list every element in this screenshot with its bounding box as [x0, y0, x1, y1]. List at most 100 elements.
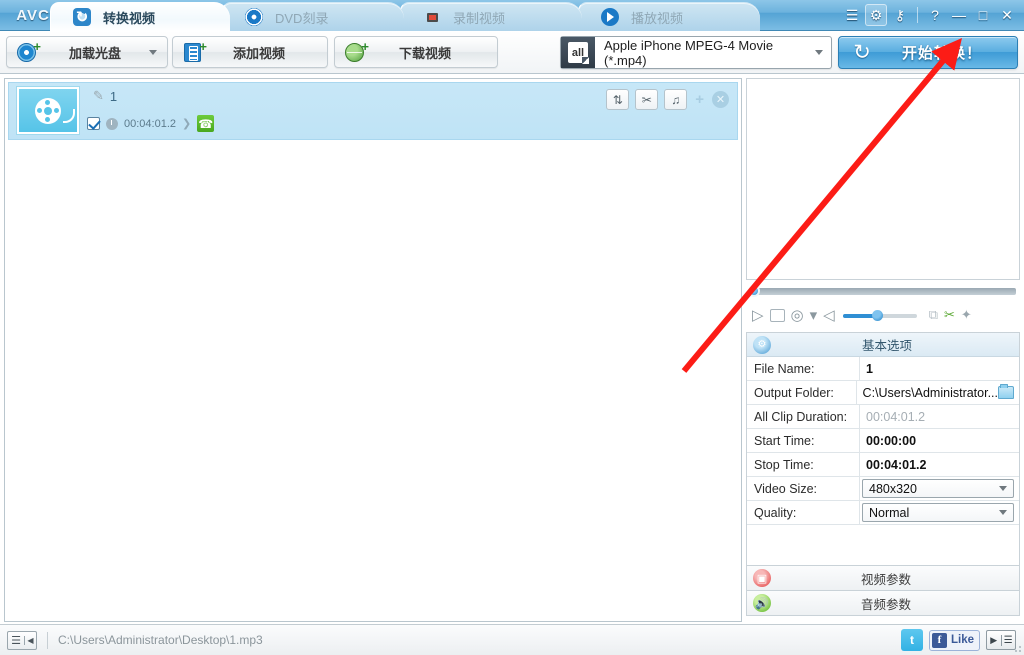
scissors-icon[interactable]: ✂ [635, 89, 659, 110]
all-formats-icon: all [561, 37, 595, 68]
volume-slider[interactable] [842, 309, 917, 321]
play-small-icon: ▶ [990, 634, 998, 645]
resize-grip[interactable] [1012, 643, 1022, 653]
film-reel-icon [35, 97, 61, 124]
tab-label: DVD刻录 [275, 10, 329, 26]
property-row-stop-time: Stop Time: 00:04:01.2 [747, 453, 1019, 477]
tab-play-video[interactable]: 播放视频 [578, 2, 760, 31]
basic-settings-title: 基本选项 [861, 339, 912, 353]
help-icon[interactable]: ? [924, 4, 946, 26]
seek-handle[interactable] [748, 285, 760, 297]
volume-icon[interactable]: ◁ [823, 306, 835, 324]
video-thumbnail [17, 87, 79, 134]
trim-icon[interactable]: ✂ [944, 307, 955, 323]
facebook-like-button[interactable]: f Like [928, 629, 980, 651]
disc-plus-icon: + [15, 39, 41, 64]
add-row-icon[interactable]: + [695, 91, 704, 108]
play-button[interactable]: ▷ [752, 306, 764, 324]
video-size-value: 480x320 [869, 481, 917, 496]
facebook-icon: f [931, 632, 947, 648]
add-video-label: 添加视频 [232, 45, 285, 61]
load-disc-label: 加载光盘 [68, 45, 121, 61]
application-window: AVC 转换视频 DVD刻录 录制视频 播放视频 ☰ ⚙ ⚷ [0, 0, 1024, 655]
property-key: Quality: [754, 505, 797, 520]
quality-cell: Normal [859, 501, 1019, 524]
seek-track[interactable] [756, 288, 1016, 295]
download-video-label: 下载视频 [398, 45, 451, 61]
property-row-start-time: Start Time: 00:00:00 [747, 429, 1019, 453]
chevron-down-icon[interactable]: ▾ [810, 306, 818, 324]
chevron-down-icon[interactable] [807, 37, 831, 68]
divider [917, 7, 918, 23]
close-icon[interactable]: ✕ [996, 4, 1018, 26]
video-params-label: 视频参数 [860, 572, 911, 587]
file-name-value[interactable]: 1 [859, 357, 1019, 380]
quality-select[interactable]: Normal [862, 503, 1014, 522]
property-key: Output Folder: [754, 385, 834, 400]
audio-params-section[interactable]: 🔊 音频参数 [746, 591, 1020, 616]
start-convert-button[interactable]: ↻ 开始转换！ [838, 36, 1018, 69]
effects-wand-icon[interactable]: ✦ [961, 307, 972, 323]
gear-icon[interactable]: ⚙ [865, 4, 887, 26]
property-row-quality: Quality: Normal [747, 501, 1019, 525]
edit-pencil-icon[interactable]: ✎ [93, 88, 104, 104]
video-size-select[interactable]: 480x320 [862, 479, 1014, 498]
tab-convert-video[interactable]: 转换视频 [50, 2, 230, 31]
property-key: Stop Time: [754, 457, 814, 472]
preview-panel: ▷ ◎ ▾ ◁ ⧉ ✂ ✦ ⚙ 基本选项 File Name: 1 Output [746, 78, 1020, 622]
tab-record-video[interactable]: 录制视频 [400, 2, 582, 31]
table-row[interactable]: ✎ 1 00:04:01.2 ❯ ⇅ ✂ ♫ + ✕ [8, 82, 738, 140]
audio-track-icon[interactable]: ♫ [664, 89, 688, 110]
chevron-right-icon: ❯ [182, 118, 192, 130]
property-key: Video Size: [754, 481, 818, 496]
maximize-icon[interactable]: □ [972, 4, 994, 26]
add-video-button[interactable]: + 添加视频 [172, 36, 328, 68]
file-checkbox[interactable] [87, 117, 100, 130]
remove-row-icon[interactable]: ✕ [712, 91, 729, 108]
copy-icon[interactable]: ⧉ [929, 307, 938, 323]
file-meta-group: 00:04:01.2 ❯ [87, 115, 215, 132]
video-params-icon: ▣ [753, 569, 771, 587]
audio-params-icon: 🔊 [753, 594, 771, 612]
status-list-toggle[interactable]: ☰ ◀ [7, 630, 37, 650]
minimize-icon[interactable]: — [948, 4, 970, 26]
chevron-down-icon[interactable] [149, 49, 157, 55]
video-params-section[interactable]: ▣ 视频参数 [746, 566, 1020, 591]
load-disc-button[interactable]: + 加载光盘 [6, 36, 168, 68]
chevron-down-icon [999, 486, 1007, 491]
output-format-select[interactable]: all Apple iPhone MPEG-4 Movie (*.mp4) [560, 36, 832, 69]
seek-bar[interactable] [746, 284, 1020, 297]
disc-icon [245, 8, 263, 26]
download-video-button[interactable]: + 下载视频 [334, 36, 498, 68]
chevron-down-icon [999, 510, 1007, 515]
file-title-group: ✎ 1 [93, 88, 117, 104]
property-key: File Name: [754, 361, 815, 376]
task-list-icon[interactable]: ☰ [841, 4, 863, 26]
twitter-icon[interactable]: t [900, 629, 923, 651]
status-social-group: t f Like ▶ ☰ [900, 629, 1024, 651]
tab-dvd-burn[interactable]: DVD刻录 [222, 2, 404, 31]
property-row-video-size: Video Size: 480x320 [747, 477, 1019, 501]
folder-icon[interactable] [998, 384, 1014, 399]
globe-plus-icon: + [343, 39, 369, 64]
stop-time-value[interactable]: 00:04:01.2 [859, 453, 1019, 476]
video-preview-area[interactable] [746, 78, 1020, 280]
video-size-cell: 480x320 [859, 477, 1019, 500]
main-toolbar: + 加载光盘 + 添加视频 + 下载视频 all Apple iPhone MP… [0, 31, 1024, 74]
basic-settings-panel: ⚙ 基本选项 File Name: 1 Output Folder: C:\Us… [746, 332, 1020, 566]
start-convert-label: 开始转换！ [901, 45, 982, 62]
stop-button[interactable] [769, 308, 785, 322]
refresh-icon [73, 8, 91, 26]
snapshot-icon[interactable]: ◎ [791, 306, 804, 324]
key-icon[interactable]: ⚷ [889, 4, 911, 26]
start-time-value[interactable]: 00:00:00 [859, 429, 1019, 452]
convert-swap-icon[interactable]: ⇅ [606, 89, 630, 110]
wrench-icon: ⚙ [753, 335, 771, 354]
collapse-arrow-icon: ◀ [24, 635, 36, 645]
output-folder-value[interactable]: C:\Users\Administrator... [855, 381, 1019, 404]
settings-empty-space [747, 525, 1019, 571]
row-tools: ⇅ ✂ ♫ + ✕ [606, 89, 729, 110]
list-icon: ☰ [11, 634, 21, 647]
status-bar: ☰ ◀ C:\Users\Administrator\Desktop\1.mp3… [0, 624, 1024, 655]
file-name: 1 [109, 88, 118, 104]
